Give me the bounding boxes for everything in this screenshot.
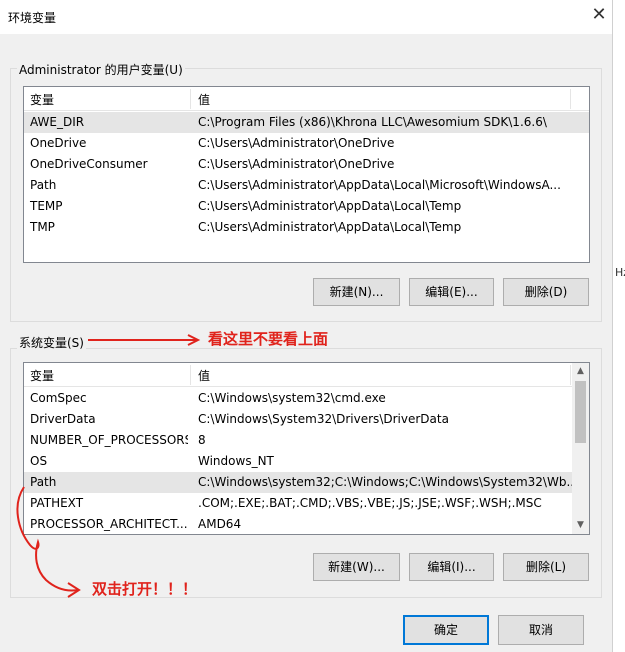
double-click-annotation: 双击打开！！！ bbox=[92, 580, 198, 598]
background-window-edge: Hz bbox=[612, 0, 625, 652]
look-here-annotation: 看这里不要看上面 bbox=[208, 330, 329, 348]
double-click-arrow bbox=[16, 486, 79, 592]
background-text: Hz bbox=[615, 266, 625, 279]
annotation-arrows bbox=[16, 334, 201, 598]
